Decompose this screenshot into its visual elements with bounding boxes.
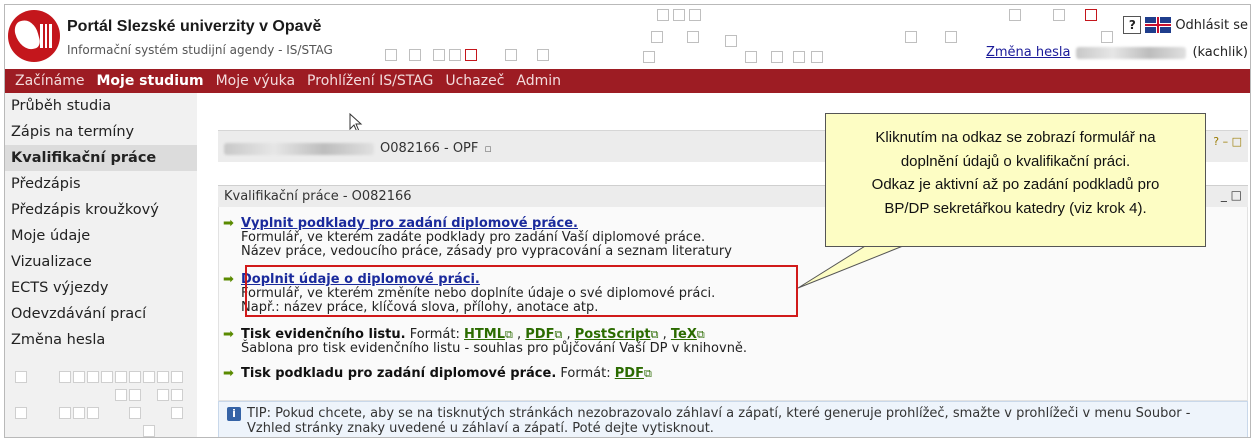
site-subtitle: Informační systém studijní agendy - IS/S… [67,43,333,57]
panel-controls[interactable]: _ □ [1221,188,1242,202]
student-id: O082166 - OPF [380,141,479,156]
decoration [449,49,461,61]
logout-link[interactable]: Odhlásit se [1175,18,1248,33]
decoration [687,31,699,43]
decoration [1085,9,1097,21]
header-actions: ? Odhlásit se [1123,16,1248,34]
info-icon: i [227,407,241,421]
external-link-icon: ⧉ [554,328,563,341]
student-info: O082166 - OPF ▫ [224,141,492,156]
user-fullname-redacted [1076,46,1187,59]
decoration [1053,9,1065,21]
menu-item-uchazec[interactable]: Uchazeč [439,73,510,89]
tip-text: TIP: Pokud chcete, aby se na tisknutých … [247,406,1191,436]
decoration [1009,9,1021,21]
decoration [771,51,783,63]
list-item: ➡ Vyplnit podklady pro zadání diplomové … [223,216,732,259]
sidebar: Průběh studia Zápis na termíny Kvalifika… [5,93,197,437]
print-record-sheet-label: Tisk evidenčního listu. [241,327,406,342]
sidebar-item-kvalifikacni-prace[interactable]: Kvalifikační práce [5,145,197,171]
header: Portál Slezské univerzity v Opavě Inform… [5,5,1250,69]
user-line: Změna hesla (kachlik) [986,45,1248,60]
list-item: ➡ Tisk podkladu pro zadání diplomové prá… [223,366,652,381]
item-description: Název práce, vedoucího práce, zásady pro… [241,244,732,259]
highlight-box [245,265,798,317]
sidebar-item-moje-udaje[interactable]: Moje údaje [5,223,197,249]
fill-thesis-assignment-link[interactable]: Vyplnit podklady pro zadání diplomové pr… [241,216,578,231]
decoration [643,51,655,63]
portal-window: Portál Slezské univerzity v Opavě Inform… [4,4,1251,438]
callout-line: Odkaz je aktivní až po zadání podkladů p… [871,176,1160,193]
decoration [811,51,823,63]
decoration [409,49,421,61]
item-description: Formulář, ve kterém zadáte podklady pro … [241,230,706,245]
help-icon[interactable]: ? [1123,16,1142,34]
decoration [793,51,805,63]
menu-item-moje-studium[interactable]: Moje studium [90,73,209,89]
external-link-icon: ⧉ [643,367,652,380]
student-name-redacted [224,142,374,155]
decoration [1101,31,1113,43]
format-pdf-link[interactable]: PDF [525,327,554,342]
username: (kachlik) [1192,45,1248,60]
format-tex-link[interactable]: TeX [671,327,697,342]
external-link-icon: ⧉ [505,328,513,341]
menu-item-prohlizeni[interactable]: Prohlížení IS/STAG [301,73,439,89]
decoration [465,49,477,61]
sidebar-item-predzapis-krouzkovy[interactable]: Předzápis kroužkový [5,197,197,223]
format-label: Formát: [560,366,611,381]
main-menu: Začínáme Moje studium Moje výuka Prohlíž… [5,69,1250,93]
item-description: Šablona pro tisk evidenčního listu - sou… [241,341,748,356]
callout-line: Kliknutím na odkaz se zobrazí formulář n… [875,129,1156,146]
arrow-right-icon: ➡ [223,327,234,342]
arrow-right-icon: ➡ [223,366,234,381]
external-link-icon: ⧉ [696,328,705,341]
sidebar-item-odevzdavani-praci[interactable]: Odevzdávání prací [5,301,197,327]
callout-line: BP/DP sekretářkou katedry (viz krok 4). [884,199,1147,217]
arrow-right-icon: ➡ [223,272,234,287]
decoration [651,31,663,43]
student-bar-controls[interactable]: ? – □ [1213,135,1242,148]
callout-line: doplnění údajů o kvalifikační práci. [900,152,1131,170]
callout-annotation: Kliknutím na odkaz se zobrazí formulář n… [825,113,1206,247]
university-logo[interactable] [8,10,60,62]
sidebar-item-zmena-hesla[interactable]: Změna hesla [5,327,197,353]
decoration [537,49,549,61]
decoration [657,9,669,21]
list-item: ➡ Tisk evidenčního listu. Formát: HTML⧉ … [223,327,748,356]
decoration [505,49,517,61]
decoration [725,35,737,47]
external-link-icon: ⧉ [650,328,659,341]
sidebar-item-prubeh-studia[interactable]: Průběh studia [5,93,197,119]
arrow-right-icon: ➡ [223,216,234,231]
comment-icon[interactable]: ▫ [484,142,491,155]
sidebar-decoration [15,371,190,437]
decoration [689,9,701,21]
decoration [385,49,397,61]
panel-title: Kvalifikační práce - O082166 [224,189,412,204]
sidebar-item-vizualizace[interactable]: Vizualizace [5,249,197,275]
menu-item-zaciname[interactable]: Začínáme [9,73,90,89]
format-label: Formát: [409,327,460,342]
tip-box: i TIP: Pokud chcete, aby se na tisknutýc… [218,401,1248,437]
decoration [433,49,445,61]
decoration [945,31,957,43]
menu-item-admin[interactable]: Admin [510,73,567,89]
format-html-link[interactable]: HTML [464,327,505,342]
print-assignment-label: Tisk podkladu pro zadání diplomové práce… [241,366,557,381]
site-title: Portál Slezské univerzity v Opavě [67,18,322,35]
decoration [745,51,757,63]
format-pdf-link[interactable]: PDF [615,366,644,381]
change-password-link[interactable]: Změna hesla [986,45,1071,60]
sidebar-item-zapis-na-terminy[interactable]: Zápis na termíny [5,119,197,145]
decoration [905,31,917,43]
sidebar-item-predzapis[interactable]: Předzápis [5,171,197,197]
decoration [673,9,685,21]
format-postscript-link[interactable]: PostScript [575,327,651,342]
sidebar-item-ects-vyjezdy[interactable]: ECTS výjezdy [5,275,197,301]
menu-item-moje-vyuka[interactable]: Moje výuka [210,73,301,89]
english-flag-icon[interactable] [1145,17,1172,33]
